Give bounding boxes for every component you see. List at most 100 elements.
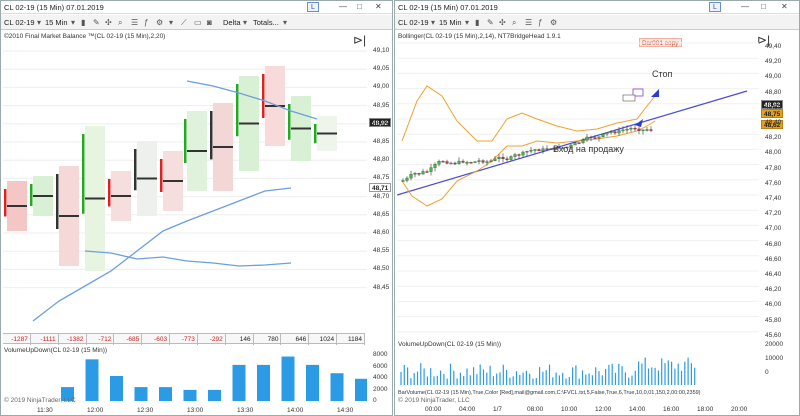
candle-body	[617, 130, 621, 134]
time-axis-label: 11:30	[37, 407, 53, 414]
chevron-down-icon[interactable]: ▾	[243, 17, 247, 28]
maximize-icon[interactable]: □	[761, 2, 766, 12]
maximize-icon[interactable]: □	[357, 2, 362, 12]
volume-axis-label: 2000	[373, 385, 388, 393]
candle-body	[421, 171, 425, 175]
crosshair-icon[interactable]: ✣	[105, 17, 112, 28]
volume-footer-label: BarVolume(CL 02-19 (15 Min),True,Color […	[398, 390, 701, 396]
right-window-title: CL 02-19 (15 Min) 07.01.2019	[398, 3, 498, 12]
volume-axis-label: 6000	[373, 362, 388, 370]
crosshair-icon[interactable]: ✣	[499, 17, 506, 28]
volume-panel[interactable]	[3, 345, 367, 403]
delta-cell: -773	[170, 334, 198, 345]
candle-body	[649, 129, 653, 131]
price-axis-label: 49,10	[373, 47, 390, 54]
price-axis-label: 45,60	[765, 331, 782, 339]
left-window-titlebar[interactable]: CL 02-19 (15 Min) 07.01.2019 L — □ ✕	[1, 1, 392, 14]
minimize-icon[interactable]: —	[741, 2, 749, 12]
volume-bar	[85, 359, 99, 401]
time-axis-label: 08:00	[527, 406, 544, 413]
price-axis-label: 48,65	[373, 210, 390, 218]
interval-selector[interactable]: 15 Min	[439, 17, 462, 28]
candle-body	[533, 149, 537, 151]
indicator-icon[interactable]: ƒ	[144, 17, 148, 28]
delta-totals-row: -1287 -1111 -1382 -712 -685 -603 -773 -292 146 78…	[3, 333, 365, 345]
volume-bar	[355, 378, 367, 401]
close-icon[interactable]: ✕	[375, 2, 382, 12]
right-window-titlebar[interactable]: CL 02-19 (15 Min) 07.01.2019 L — □ ✕	[395, 1, 799, 14]
zoom-icon[interactable]: ⌕	[118, 17, 122, 28]
properties-icon[interactable]: ☰	[525, 17, 532, 28]
instrument-selector[interactable]: CL 02-19	[4, 17, 35, 28]
chevron-down-icon[interactable]: ▾	[169, 17, 173, 28]
time-axis-label: 04:00	[459, 406, 476, 413]
data-box-icon[interactable]: ▭	[194, 17, 202, 28]
price-axis-label: 48,20	[765, 134, 782, 142]
volume-bar	[257, 364, 270, 401]
candle-body	[645, 129, 649, 131]
candle-body	[629, 127, 633, 130]
chevron-down-icon[interactable]: ▾	[283, 17, 287, 28]
time-axis-label: 14:00	[287, 407, 304, 414]
footprint-bar	[30, 184, 33, 206]
price-axis-label: 46,20	[765, 286, 782, 294]
strategy-icon[interactable]: ⚙	[156, 17, 163, 28]
left-toolbar: CL 02-19 ▾ 15 Min ▾ ▮ ✎ ✣ ⌕ ☰ ƒ ⚙ ▾ ⟋ ▭ …	[1, 15, 392, 30]
properties-icon[interactable]: ☰	[131, 17, 138, 28]
pencil-icon[interactable]: ✎	[487, 17, 494, 28]
camera-icon[interactable]: ◙	[207, 17, 212, 28]
candle-body	[609, 131, 613, 133]
price-axis-label: 48,40	[765, 119, 782, 126]
bar-style-icon[interactable]: ▮	[81, 17, 85, 28]
balance-mid-line	[84, 250, 292, 267]
chevron-down-icon[interactable]: ▾	[37, 17, 41, 28]
minimize-icon[interactable]: —	[339, 2, 347, 12]
footprint-bar	[4, 189, 7, 217]
totals-selector[interactable]: Totals...	[253, 17, 279, 28]
price-axis-label: 46,40	[765, 271, 782, 278]
chevron-down-icon[interactable]: ▾	[431, 17, 435, 28]
price-axis-label: 48,95	[373, 101, 390, 109]
delta-cell: -603	[142, 334, 171, 345]
strategy-icon[interactable]: ⚙	[550, 17, 557, 28]
close-icon[interactable]: ✕	[781, 2, 788, 12]
candle-body	[537, 149, 541, 152]
volume-axis-label: 0	[765, 369, 769, 376]
chevron-down-icon[interactable]: ▾	[465, 17, 469, 28]
time-axis-label: 13:00	[187, 407, 204, 414]
candle-body	[465, 162, 469, 164]
zoom-icon[interactable]: ⌕	[512, 17, 516, 28]
candlestick-price-panel[interactable]	[397, 31, 759, 333]
link-button[interactable]: L	[307, 2, 319, 12]
interval-selector[interactable]: 15 Min	[45, 17, 68, 28]
candle-body	[601, 133, 605, 137]
time-axis-label: 12:30	[137, 407, 154, 414]
chevron-down-icon[interactable]: ▾	[71, 17, 75, 28]
indicator-icon[interactable]: ƒ	[538, 17, 542, 28]
drawing-tools-icon[interactable]: ⟋	[181, 17, 187, 28]
candle-body	[473, 161, 477, 163]
right-toolbar: CL 02-19 ▾ 15 Min ▾ ▮ ✎ ✣ ⌕ ☰ ƒ ⚙	[395, 15, 799, 30]
price-axis-label: 48,00	[765, 149, 782, 157]
candle-body	[605, 132, 609, 135]
volume-panel[interactable]	[397, 337, 759, 389]
volume-bar	[306, 364, 319, 401]
entry-annotation: Вход на продажу	[553, 144, 624, 154]
footprint-price-panel[interactable]	[3, 31, 367, 333]
delta-cell: -1287	[3, 334, 31, 345]
candle-body	[405, 177, 409, 181]
time-axis-label: 12:00	[87, 407, 104, 414]
candle-body	[641, 129, 645, 132]
candle-body	[417, 173, 421, 175]
link-button[interactable]: L	[709, 2, 721, 12]
price-axis-label: 46,60	[765, 255, 782, 263]
candle-body	[429, 167, 433, 172]
instrument-selector[interactable]: CL 02-19	[398, 17, 429, 28]
bar-style-icon[interactable]: ▮	[475, 17, 479, 28]
price-axis-label: 48,85	[373, 138, 390, 145]
delta-cell: 146	[226, 334, 254, 345]
delta-selector[interactable]: Delta	[223, 17, 241, 28]
volume-axis-label: 10000	[765, 355, 784, 362]
price-axis-label: 48,55	[373, 247, 390, 255]
pencil-icon[interactable]: ✎	[93, 17, 100, 28]
